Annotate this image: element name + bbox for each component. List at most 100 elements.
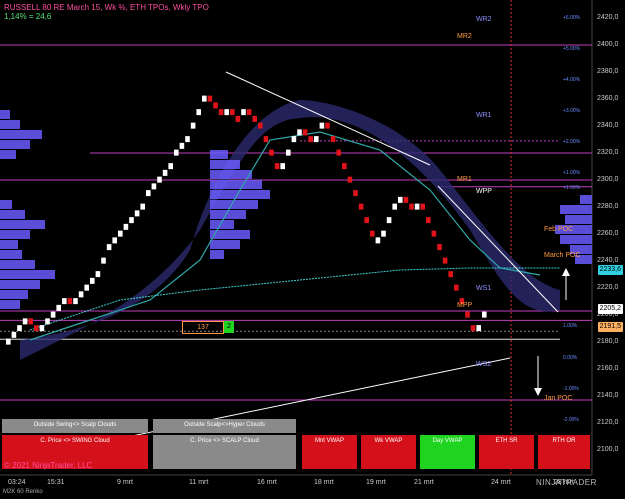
level-feb-poc: Feb POC <box>544 226 574 233</box>
renko-brick-down <box>28 318 33 325</box>
renko-brick-down <box>454 284 459 291</box>
y-axis-label: 2100,0 <box>597 446 619 453</box>
renko-brick-down <box>302 129 308 136</box>
volume-profile-bar <box>580 195 592 204</box>
level-ws1: WS1 <box>476 285 492 292</box>
pct-label: +3.00% <box>563 108 581 114</box>
y-axis-label: 2260,0 <box>597 230 619 237</box>
volume-profile-bar <box>560 205 592 214</box>
renko-brick-up <box>118 230 123 237</box>
counter-box: 137 <box>182 321 224 334</box>
renko-brick-down <box>342 163 347 170</box>
renko-brick-up <box>392 203 397 210</box>
renko-brick-up <box>375 237 381 244</box>
renko-brick-up <box>56 304 61 311</box>
renko-brick-up <box>162 169 168 176</box>
volume-profile-bar <box>210 170 252 179</box>
renko-brick-down <box>246 109 252 116</box>
volume-profile-bar <box>0 210 25 219</box>
renko-brick-up <box>39 325 45 332</box>
volume-profile-bar <box>560 235 592 244</box>
renko-brick-down <box>370 230 375 237</box>
renko-brick-up <box>84 284 89 291</box>
outside-swing-button[interactable]: Outside Swing<> Scalp Clouds <box>2 419 148 433</box>
renko-brick-down <box>409 203 414 210</box>
renko-brick-up <box>146 190 151 197</box>
renko-brick-up <box>314 136 319 143</box>
volume-profile-bar <box>0 290 28 299</box>
renko-brick-up <box>134 210 140 217</box>
renko-brick-down <box>347 176 353 183</box>
renko-brick-up <box>241 109 246 116</box>
volume-profile-bar <box>0 260 35 269</box>
x-axis-label: 11 mrt <box>189 479 209 486</box>
c-price-scalp-button[interactable]: C. Price <> SCALP Cloud <box>153 435 296 469</box>
price-tag-white: 2205,2 <box>597 304 623 314</box>
x-axis-label: 19 mrt <box>366 479 386 486</box>
renko-brick-down <box>448 271 453 278</box>
renko-brick-down <box>269 149 274 156</box>
volume-profile-bar <box>0 150 16 159</box>
y-axis-label: 2420,0 <box>597 14 619 21</box>
volume-profile-bar <box>210 190 270 199</box>
renko-brick-down <box>213 102 218 109</box>
x-axis-label: 18 mrt <box>314 479 334 486</box>
volume-profile-bar <box>0 200 12 209</box>
renko-brick-down <box>207 95 213 102</box>
volume-profile-bar <box>0 120 20 129</box>
y-axis-label: 2400,0 <box>597 41 619 48</box>
renko-brick-up <box>151 183 157 190</box>
pct-label: -1.00% <box>563 386 579 392</box>
y-axis-label: 2380,0 <box>597 68 619 75</box>
volume-profile-bar <box>0 220 45 229</box>
x-axis-label: 21 mrt <box>414 479 434 486</box>
renko-brick-down <box>218 109 224 116</box>
renko-brick-up <box>123 223 129 230</box>
renko-brick-up <box>17 325 22 332</box>
volume-profile-bar <box>210 150 228 159</box>
volume-profile-bar <box>0 140 30 149</box>
renko-brick-up <box>286 149 291 156</box>
volume-profile-bar <box>565 215 592 224</box>
renko-brick-down <box>353 190 358 197</box>
renko-brick-up <box>73 298 78 305</box>
level-mpp: MPP <box>457 302 473 309</box>
renko-brick-down <box>470 325 476 332</box>
level-wpp: WPP <box>476 188 492 195</box>
level-ws2: WS2 <box>476 361 492 368</box>
volume-profile-bar <box>0 230 30 239</box>
renko-brick-down <box>263 136 269 143</box>
mnt-vwap-button[interactable]: Mnt VWAP <box>302 435 357 469</box>
pct-label: -2.00% <box>563 417 579 423</box>
renko-brick-up <box>168 163 173 170</box>
renko-brick-down <box>34 325 39 332</box>
renko-brick-up <box>381 230 386 237</box>
renko-brick-up <box>179 142 185 149</box>
rth-or-button[interactable]: RTH OR <box>538 435 590 469</box>
down-arrow-head <box>534 388 542 396</box>
pct-label: +6.00% <box>563 15 581 21</box>
volume-profile-bar <box>0 130 42 139</box>
x-axis-label: 16 mrt <box>257 479 277 486</box>
renko-brick-up <box>22 318 28 325</box>
y-axis-label: 2120,0 <box>597 419 619 426</box>
level-wr2: WR2 <box>476 16 492 23</box>
price-tag-orange: 2191,5 <box>597 322 623 332</box>
renko-brick-down <box>330 136 336 143</box>
pct-label: +4.00% <box>563 77 581 83</box>
wk-vwap-button[interactable]: Wk VWAP <box>361 435 416 469</box>
day-vwap-button[interactable]: Day VWAP <box>420 435 475 469</box>
renko-brick-up <box>129 217 134 224</box>
volume-profile-bar <box>210 180 262 189</box>
pct-label: 0.00% <box>563 355 578 361</box>
outside-scalp-button[interactable]: Outside Scalp<>Hyper Clouds <box>153 419 296 433</box>
renko-brick-down <box>336 149 341 156</box>
x-axis-label: 24 mrt <box>491 479 511 486</box>
renko-brick-up <box>106 244 112 251</box>
level-jan-poc: Jan POC <box>544 395 573 402</box>
renko-brick-down <box>420 203 425 210</box>
instrument-status: M2K 60 Renko <box>3 489 43 495</box>
eth-sr-button[interactable]: ETH SR <box>479 435 534 469</box>
renko-brick-up <box>95 271 101 278</box>
renko-brick-down <box>235 115 241 122</box>
